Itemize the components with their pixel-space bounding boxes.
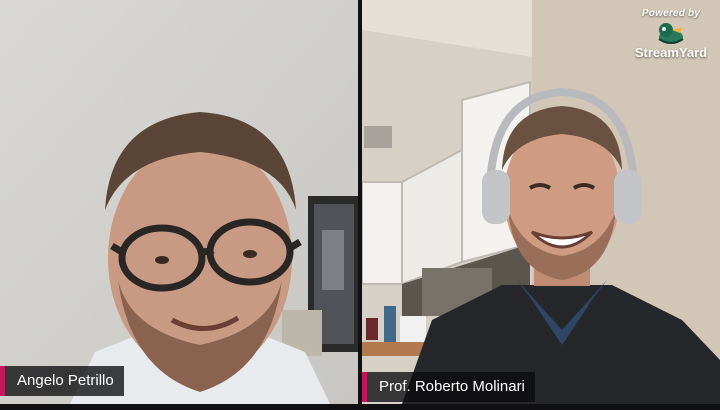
streamyard-wordmark: StreamYard — [634, 45, 708, 60]
stream-stage: Angelo Petrillo Prof. Roberto Molinari P… — [0, 0, 720, 410]
powered-by-label: Powered by — [641, 8, 701, 19]
participant-name-tag: Prof. Roberto Molinari — [362, 372, 535, 402]
streamyard-duck-logo-icon — [658, 23, 684, 44]
video-tile-roberto-molinari[interactable] — [362, 0, 720, 404]
camera-feed-right — [362, 0, 720, 404]
bottom-bar — [0, 404, 720, 410]
camera-feed-left — [0, 0, 358, 404]
participant-name-label: Angelo Petrillo — [17, 372, 114, 389]
streamyard-branding: Powered by StreamYard — [628, 8, 714, 60]
video-tile-angelo-petrillo[interactable]: Angelo Petrillo — [0, 0, 358, 404]
participant-name-tag: Angelo Petrillo — [0, 366, 124, 396]
participant-name-label: Prof. Roberto Molinari — [379, 378, 525, 395]
